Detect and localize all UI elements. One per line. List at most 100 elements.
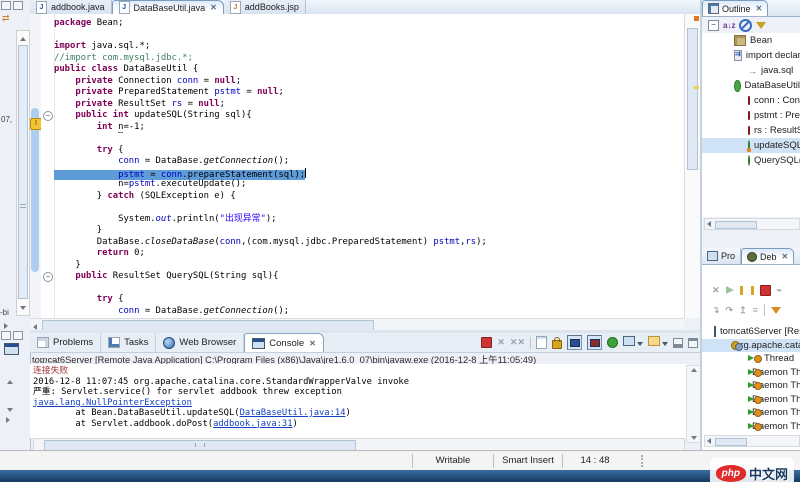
outline-item[interactable]: ⇉import declarations bbox=[702, 48, 800, 63]
panel-sash[interactable] bbox=[702, 230, 800, 248]
view-tab-console[interactable]: Console✕ bbox=[244, 333, 324, 352]
code-line[interactable]: return 0; bbox=[54, 248, 684, 260]
code-line[interactable] bbox=[54, 30, 684, 42]
code-line[interactable]: //import com.mysql.jdbc.*; bbox=[54, 53, 684, 65]
show-console-stderr-toggle[interactable] bbox=[587, 335, 602, 350]
disconnect-icon[interactable]: ✕ bbox=[712, 286, 720, 295]
minimized-view-buttons[interactable] bbox=[1, 1, 25, 13]
open-console-button[interactable] bbox=[648, 336, 668, 349]
editor-overview-ruler[interactable] bbox=[684, 14, 700, 318]
editor-tab[interactable]: JaddBooks.jsp bbox=[224, 0, 306, 14]
code-line[interactable]: DataBase.closeDataBase(conn,(com.mysql.j… bbox=[54, 237, 684, 249]
maximize-view-button[interactable] bbox=[688, 338, 698, 348]
code-line[interactable]: private PreparedStatement pstmt = null; bbox=[54, 87, 684, 99]
scroll-down-icon[interactable] bbox=[691, 436, 697, 440]
restore-view-icon[interactable]: ⇄ bbox=[2, 13, 10, 24]
code-line[interactable] bbox=[54, 283, 684, 295]
scroll-up-icon[interactable] bbox=[20, 33, 26, 44]
code-line[interactable]: conn = DataBase.getConnection(); bbox=[54, 156, 684, 168]
stacktrace-link[interactable]: DataBaseUtil.java:14 bbox=[240, 408, 346, 418]
debug-item[interactable]: Daemon Thread bbox=[702, 406, 800, 420]
close-icon[interactable]: ✕ bbox=[756, 4, 763, 13]
scroll-up-icon[interactable] bbox=[7, 376, 13, 387]
code-line[interactable]: private ResultSet rs = null; bbox=[54, 99, 684, 111]
close-icon[interactable]: ✕ bbox=[309, 339, 316, 348]
code-line[interactable]: try { bbox=[54, 294, 684, 306]
remove-all-terminated-button[interactable]: ✕✕ bbox=[510, 338, 525, 347]
filter-icon[interactable] bbox=[756, 22, 766, 29]
view-tab-problems[interactable]: Problems bbox=[30, 333, 101, 352]
editor-tab[interactable]: Jaddbook.java bbox=[30, 0, 112, 14]
outline-item[interactable]: pstmt : PreparedStatement bbox=[702, 108, 800, 123]
fold-collapse-icon[interactable]: − bbox=[43, 272, 53, 282]
annotation-mark-orange[interactable] bbox=[694, 16, 699, 21]
console-vscrollbar[interactable] bbox=[686, 365, 701, 443]
stacktrace-link[interactable]: java.lang.NullPointerException bbox=[33, 398, 192, 408]
outline-item[interactable]: Bean bbox=[702, 33, 800, 48]
view-tab-web-browser[interactable]: Web Browser bbox=[156, 333, 244, 352]
minimize-icon[interactable] bbox=[1, 331, 11, 340]
step-return-icon[interactable]: ↥ bbox=[739, 305, 747, 316]
code-line[interactable]: public int updateSQL(String sql){ bbox=[54, 110, 684, 122]
debug-item[interactable]: Daemon Thread bbox=[702, 379, 800, 393]
scroll-lock-button[interactable] bbox=[552, 340, 562, 349]
outline-item[interactable]: QuerySQL(String) : ResultSet bbox=[702, 153, 800, 168]
left-rail-scroll-thumb[interactable] bbox=[18, 45, 28, 299]
tab-outline[interactable]: Outline ✕ bbox=[702, 0, 768, 16]
code-line[interactable]: conn = DataBase.getConnection(); bbox=[54, 306, 684, 318]
outline-item[interactable]: →java.sql bbox=[702, 63, 800, 78]
code-line[interactable] bbox=[54, 202, 684, 214]
use-step-filters-icon[interactable] bbox=[771, 307, 781, 314]
display-selected-console-button[interactable] bbox=[623, 336, 643, 349]
annotation-mark-yellow[interactable] bbox=[694, 86, 699, 89]
code-line[interactable]: public class DataBaseUtil { bbox=[54, 64, 684, 76]
minimized-console-buttons[interactable] bbox=[1, 331, 25, 343]
terminate-icon[interactable] bbox=[760, 285, 771, 296]
outline-item[interactable]: conn : Connection bbox=[702, 93, 800, 108]
show-console-stdout-toggle[interactable] bbox=[567, 335, 582, 350]
debug-hscrollbar[interactable] bbox=[704, 435, 800, 447]
code-line[interactable]: try { bbox=[54, 145, 684, 157]
tab-debug[interactable]: Deb ✕ bbox=[741, 248, 794, 264]
debug-item[interactable]: Daemon Thread bbox=[702, 366, 800, 380]
debug-item[interactable]: Daemon Thread bbox=[702, 420, 800, 433]
code-line[interactable]: } catch (SQLException e) { bbox=[54, 191, 684, 203]
folding-ruler[interactable]: − − bbox=[41, 14, 55, 318]
suspend-icon[interactable] bbox=[740, 286, 754, 295]
code-line[interactable]: n=pstmt.executeUpdate(); bbox=[54, 179, 684, 191]
console-output[interactable]: 连接失败2016-12-8 11:07:45 org.apache.catali… bbox=[30, 364, 689, 438]
code-line[interactable] bbox=[54, 133, 684, 145]
editor-tab[interactable]: JDataBaseUtil.java✕ bbox=[112, 0, 224, 14]
code-line[interactable]: } bbox=[54, 225, 684, 237]
step-into-icon[interactable]: ↴ bbox=[712, 305, 720, 316]
code-line[interactable]: import java.sql.*; bbox=[54, 41, 684, 53]
debug-item[interactable]: Daemon Thread bbox=[702, 393, 800, 407]
restore-console-icon[interactable] bbox=[4, 343, 19, 355]
editor-vscroll-thumb[interactable] bbox=[687, 28, 698, 170]
outline-item[interactable]: rs : ResultSet bbox=[702, 123, 800, 138]
clear-console-button[interactable] bbox=[536, 336, 547, 349]
outline-tree[interactable]: Bean⇉import declarations→java.sqlDataBas… bbox=[702, 33, 800, 217]
outline-hscrollbar[interactable] bbox=[704, 218, 800, 230]
scroll-down-icon[interactable] bbox=[20, 302, 26, 313]
debug-item[interactable]: tomcat6Server [Remote Java Application] bbox=[702, 325, 800, 339]
resume-icon[interactable] bbox=[726, 286, 734, 294]
tab-properties[interactable]: Pro bbox=[702, 248, 741, 264]
code-line[interactable]: } bbox=[54, 260, 684, 272]
terminate-button[interactable] bbox=[481, 337, 492, 348]
scroll-down-icon[interactable] bbox=[7, 404, 13, 415]
debug-item[interactable]: Thread bbox=[702, 352, 800, 366]
fold-collapse-icon[interactable]: − bbox=[43, 111, 53, 121]
close-icon[interactable]: ✕ bbox=[782, 252, 789, 261]
scroll-left-icon[interactable] bbox=[707, 438, 711, 444]
code-line[interactable]: pstmt = conn.prepareStatement(sql); bbox=[54, 168, 684, 180]
step-over-icon[interactable]: ↷ bbox=[726, 305, 734, 316]
debug-item[interactable]: org.apache.catalina bbox=[702, 339, 800, 353]
scroll-up-icon[interactable] bbox=[691, 368, 697, 372]
left-rail-scrollbar[interactable] bbox=[16, 30, 30, 316]
minimize-view-button[interactable] bbox=[673, 338, 683, 348]
windows-taskbar[interactable] bbox=[0, 470, 800, 482]
code-line[interactable]: package Bean; bbox=[54, 18, 684, 30]
remove-launch-button[interactable]: ✕ bbox=[497, 338, 505, 347]
maximize-icon[interactable] bbox=[13, 1, 23, 10]
